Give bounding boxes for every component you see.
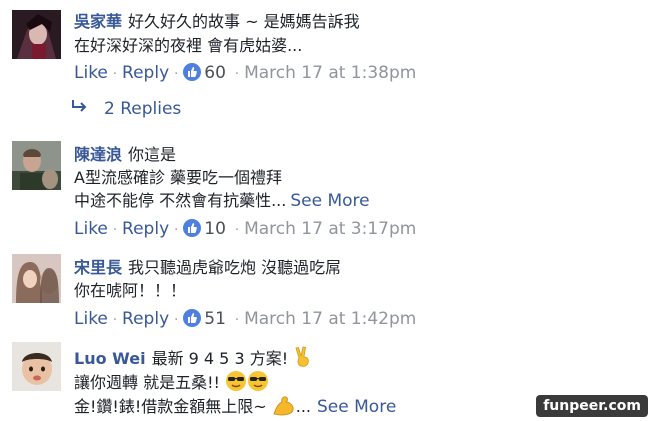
comment-text: 讓你週轉 就是五桑!! bbox=[74, 370, 269, 397]
separator-dot: · bbox=[174, 313, 179, 328]
comment-line: 在好深好深的夜裡 會有虎姑婆... bbox=[74, 36, 303, 55]
victory-hand-emoji bbox=[293, 346, 313, 373]
comment-line: 最新 9 4 5 3 方案! bbox=[151, 349, 289, 368]
comment-author[interactable]: 陳達浪 bbox=[74, 145, 122, 164]
comment-line: 我只聽過虎爺吃炮 沒聽過吃屌 bbox=[128, 258, 342, 277]
comment-text-last: 中途不能停 不然會有抗藥性... See More bbox=[74, 191, 370, 211]
comment-timestamp[interactable]: March 17 at 3:17pm bbox=[244, 219, 416, 239]
comment-text: 陳達浪 你這是 bbox=[74, 145, 176, 165]
reply-link[interactable]: Reply bbox=[122, 219, 169, 239]
reply-link[interactable]: Reply bbox=[122, 309, 169, 329]
like-link[interactable]: Like bbox=[74, 309, 108, 329]
comment-author[interactable]: 吳家華 bbox=[74, 12, 122, 31]
comment-line: 金!鑽!錶!借款金額無上限~ bbox=[74, 397, 267, 416]
reply-link[interactable]: Reply bbox=[122, 63, 169, 83]
comment-actions: Like · Reply · 60 · March 17 at 1:38pm bbox=[74, 62, 416, 86]
separator-dot: · bbox=[112, 313, 118, 328]
separator-dot: · bbox=[174, 223, 179, 238]
reply-arrow-icon bbox=[70, 98, 94, 119]
comment-author[interactable]: 宋里長 bbox=[74, 258, 122, 277]
like-thumb-icon bbox=[183, 309, 202, 327]
like-link[interactable]: Like bbox=[74, 63, 108, 83]
avatar[interactable] bbox=[12, 342, 61, 391]
avatar[interactable] bbox=[12, 254, 61, 303]
comment-actions: Like · Reply · 51 · March 17 at 1:42pm bbox=[74, 308, 416, 332]
comment-text: 宋里長 我只聽過虎爺吃炮 沒聽過吃屌 bbox=[74, 258, 341, 278]
comment-timestamp[interactable]: March 17 at 1:42pm bbox=[244, 309, 416, 329]
comment-text: Luo Wei 最新 9 4 5 3 方案! bbox=[74, 346, 313, 373]
like-count[interactable]: 51 bbox=[204, 309, 226, 329]
replies-count-label[interactable]: 2 Replies bbox=[104, 99, 181, 119]
like-count[interactable]: 10 bbox=[204, 219, 226, 239]
comment-text: 吳家華 好久好久的故事 ~ 是媽媽告訴我 bbox=[74, 12, 360, 32]
like-count[interactable]: 60 bbox=[204, 63, 226, 83]
separator-dot: · bbox=[112, 67, 118, 82]
separator-dot: · bbox=[112, 223, 118, 238]
see-more-link[interactable]: See More bbox=[290, 191, 369, 211]
flexed-biceps-emoji bbox=[272, 394, 296, 421]
comment-timestamp[interactable]: March 17 at 1:38pm bbox=[244, 63, 416, 83]
separator-dot: · bbox=[234, 313, 240, 328]
comment-line: 中途不能停 不然會有抗藥性... bbox=[74, 191, 287, 210]
view-replies-link[interactable]: 2 Replies bbox=[70, 98, 181, 119]
watermark-logo: funpeer.com bbox=[536, 395, 648, 417]
see-more-link[interactable]: See More bbox=[317, 397, 396, 417]
avatar[interactable] bbox=[12, 141, 61, 190]
like-thumb-icon bbox=[183, 219, 202, 237]
ellipsis: ... bbox=[295, 397, 312, 416]
comment-text-last: 金!鑽!錶!借款金額無上限~ ... See More bbox=[74, 394, 396, 421]
sunglasses-face-emoji bbox=[247, 370, 269, 397]
like-thumb-icon bbox=[183, 63, 202, 81]
separator-dot: · bbox=[234, 67, 240, 82]
comment-line: A型流感確診 藥要吃一個禮拜 bbox=[74, 168, 283, 187]
sunglasses-face-emoji bbox=[225, 370, 247, 397]
comment-line: 好久好久的故事 ~ 是媽媽告訴我 bbox=[128, 12, 360, 31]
comment-line: 你這是 bbox=[128, 145, 177, 164]
like-link[interactable]: Like bbox=[74, 219, 108, 239]
separator-dot: · bbox=[174, 67, 179, 82]
avatar[interactable] bbox=[12, 10, 61, 59]
comment-actions: Like · Reply · 10 · March 17 at 3:17pm bbox=[74, 218, 416, 242]
comment-line: 你在唬阿！！！ bbox=[74, 281, 187, 300]
separator-dot: · bbox=[234, 223, 240, 238]
comment-author[interactable]: Luo Wei bbox=[74, 349, 146, 368]
comment-line: 讓你週轉 就是五桑!! bbox=[74, 373, 220, 392]
